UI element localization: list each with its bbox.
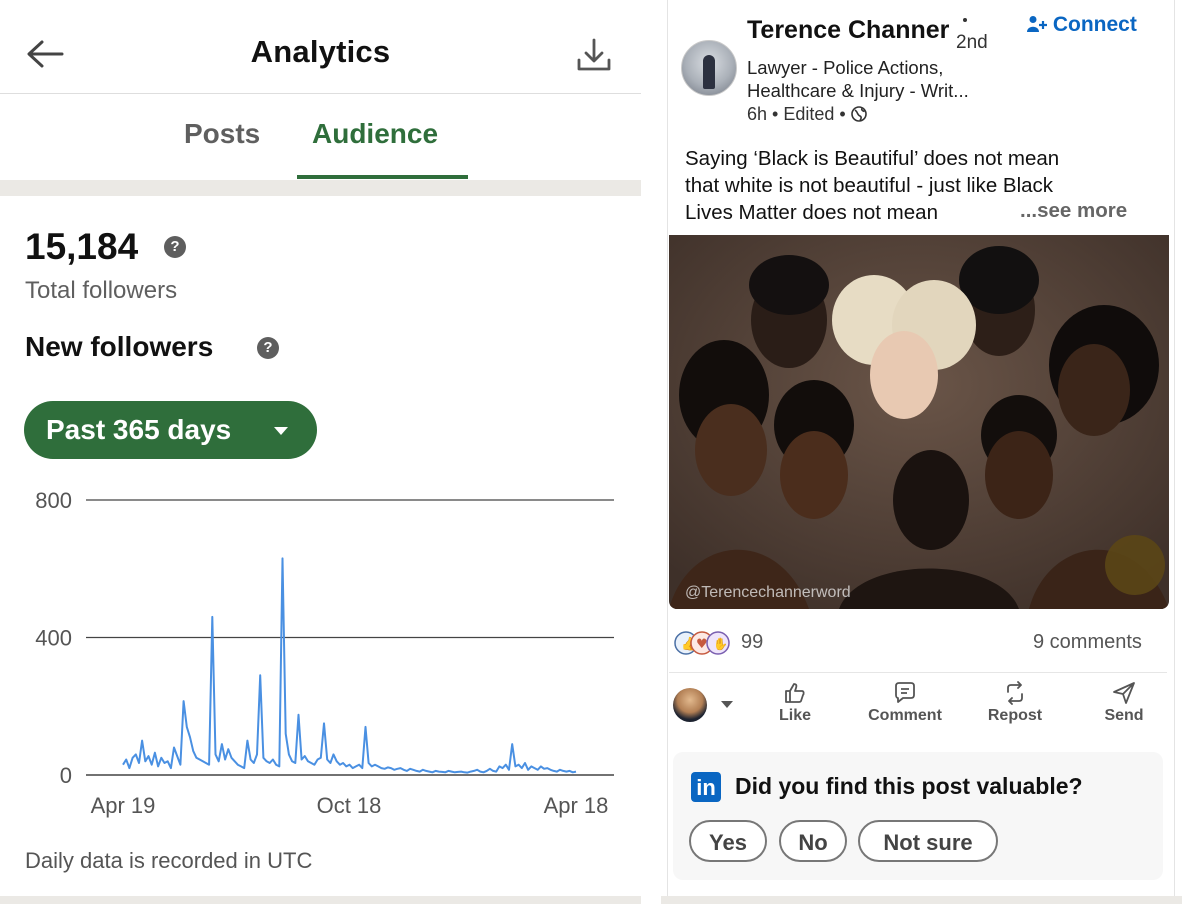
author-headline: Lawyer - Police Actions, Healthcare & In… (747, 56, 1047, 102)
connection-degree: 2nd (956, 32, 988, 53)
author-avatar[interactable] (681, 40, 737, 96)
y-tick-label: 800 (35, 488, 72, 513)
y-tick-label: 0 (60, 763, 72, 788)
new-followers-heading: New followers (25, 331, 214, 362)
y-tick-label: 400 (35, 626, 72, 651)
self-avatar[interactable] (673, 688, 707, 722)
new-followers-chart: 0 400 800 Apr 19 Oct 18 Apr 18 (35, 488, 614, 818)
thumbs-up-icon (785, 683, 805, 703)
tab-audience[interactable]: Audience (312, 118, 438, 150)
survey-no-button[interactable]: No (779, 820, 847, 862)
repost-icon (1007, 681, 1023, 705)
post-time: 6h • Edited • (747, 104, 846, 124)
x-tick-label: Oct 18 (317, 793, 382, 818)
author-headline-line: Lawyer - Police Actions, (747, 57, 944, 78)
reaction-count[interactable]: 99 (741, 631, 763, 654)
linkedin-logo-icon: in (691, 772, 721, 802)
caret-down-icon[interactable] (721, 701, 733, 708)
connect-button[interactable]: Connect (1027, 13, 1137, 37)
download-icon (577, 38, 611, 71)
portrait-photo: @Terencechannerword (669, 235, 1169, 609)
author-name[interactable]: Terence Channer (747, 16, 949, 45)
survey-not-sure-button[interactable]: Not sure (858, 820, 998, 862)
connect-label: Connect (1052, 13, 1137, 36)
image-watermark: @Terencechannerword (685, 584, 851, 601)
x-tick-label: Apr 18 (544, 793, 609, 818)
download-button[interactable] (574, 36, 614, 76)
add-person-icon (1027, 16, 1047, 32)
post-text-line: that white is not beautiful - just like … (685, 174, 1054, 197)
date-range-dropdown[interactable]: Past 365 days (24, 401, 317, 459)
active-tab-indicator (297, 175, 468, 179)
like-button[interactable]: Like (745, 680, 845, 725)
send-icon (1113, 682, 1135, 704)
comment-label: Comment (868, 707, 942, 724)
post-meta: 6h • Edited • (747, 104, 867, 125)
dot-separator (963, 18, 967, 22)
section-divider (0, 896, 641, 904)
actions-divider (669, 672, 1167, 673)
header-divider (0, 93, 641, 94)
comment-icon (895, 682, 915, 703)
survey-yes-button[interactable]: Yes (689, 820, 767, 862)
total-followers-label: Total followers (25, 277, 178, 304)
section-divider (661, 896, 1182, 904)
series-line (122, 557, 577, 774)
svg-text:♥: ♥ (696, 637, 708, 652)
page-title: Analytics (250, 34, 391, 69)
like-label: Like (778, 707, 811, 724)
repost-label: Repost (987, 707, 1043, 724)
help-icon[interactable]: ? (164, 236, 186, 258)
caret-down-icon (274, 427, 288, 435)
post-panel: Terence Channer 2nd Connect Lawyer - Pol… (661, 0, 1182, 904)
survey-question: Did you find this post valuable? (735, 773, 1083, 799)
tab-posts[interactable]: Posts (184, 118, 260, 150)
comments-count[interactable]: 9 comments (1033, 631, 1142, 654)
svg-text:✋: ✋ (713, 637, 728, 651)
send-button[interactable]: Send (1074, 680, 1174, 725)
section-divider (0, 180, 641, 196)
analytics-panel: Analytics Posts Audience 15,184 ? Total … (0, 0, 641, 904)
x-tick-label: Apr 19 (91, 793, 156, 818)
author-headline-line: Healthcare & Injury - Writ... (747, 80, 969, 101)
date-range-label: Past 365 days (46, 414, 232, 445)
repost-button[interactable]: Repost (965, 680, 1065, 725)
see-more-link[interactable]: ...see more (1016, 199, 1128, 223)
feedback-survey: in Did you find this post valuable? Yes … (673, 752, 1163, 880)
total-followers-value: 15,184 (25, 226, 139, 267)
panel-gap (641, 0, 661, 904)
reaction-icons[interactable]: 👍 ♥ ✋ (673, 630, 737, 656)
post-image[interactable]: @Terencechannerword (669, 235, 1169, 609)
chart-footnote: Daily data is recorded in UTC (25, 848, 313, 873)
send-label: Send (1104, 707, 1144, 724)
globe-icon (850, 106, 867, 122)
comment-button[interactable]: Comment (855, 680, 955, 725)
post-text-line: Saying ‘Black is Beautiful’ does not mea… (685, 147, 1060, 170)
help-icon[interactable]: ? (257, 337, 279, 359)
